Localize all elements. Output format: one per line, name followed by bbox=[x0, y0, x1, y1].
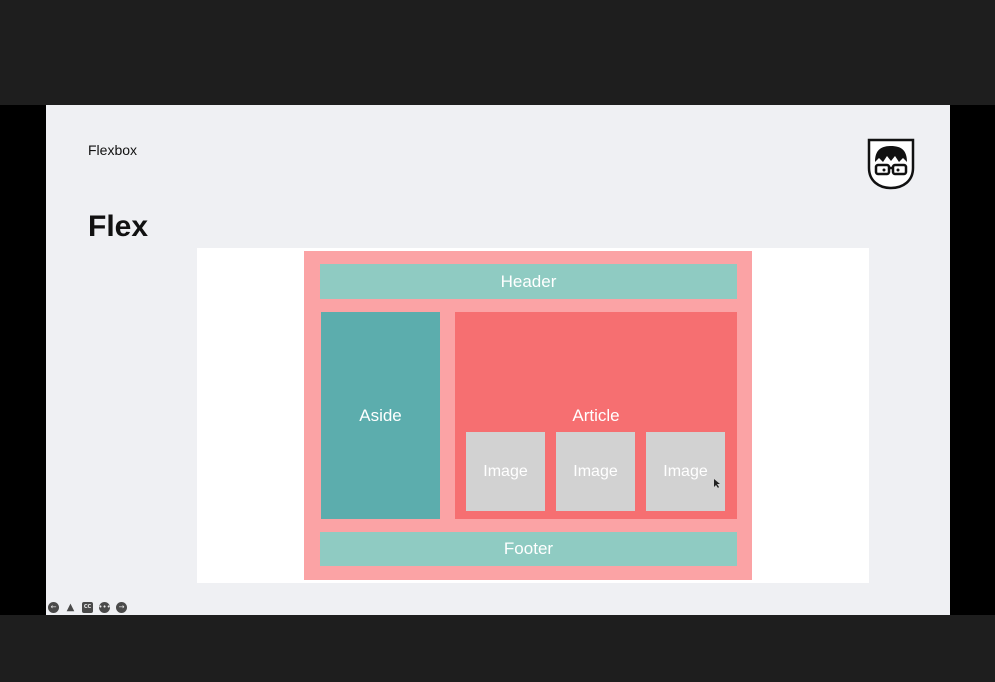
nerd-glasses-shield-icon bbox=[867, 138, 915, 190]
top-letterbox bbox=[0, 0, 995, 105]
presentation-slide: Flexbox Flex Header Aside Article Image bbox=[46, 105, 950, 615]
article-region: Article Image Image Image bbox=[455, 312, 737, 519]
header-region: Header bbox=[320, 264, 737, 299]
left-letterbox bbox=[0, 105, 46, 615]
more-options-icon[interactable]: ••• bbox=[98, 602, 111, 613]
section-title: Flexbox bbox=[88, 142, 138, 158]
image-placeholder: Image bbox=[466, 432, 545, 511]
footer-label: Footer bbox=[503, 539, 554, 558]
pointer-icon[interactable]: ▲ bbox=[65, 602, 76, 613]
article-label: Article bbox=[572, 406, 620, 425]
next-slide-icon[interactable]: → bbox=[116, 602, 127, 613]
mouse-cursor-icon bbox=[714, 475, 720, 488]
captions-icon[interactable]: CC bbox=[82, 602, 93, 613]
slide-player-controls: ← ▲ CC ••• → bbox=[48, 602, 127, 613]
aside-label: Aside bbox=[359, 405, 402, 425]
image-label: Image bbox=[663, 462, 708, 480]
image-label: Image bbox=[573, 462, 618, 480]
bottom-letterbox bbox=[0, 615, 995, 682]
image-label: Image bbox=[483, 462, 528, 480]
right-letterbox bbox=[950, 105, 995, 615]
flex-container: Header Aside Article Image Image Image F… bbox=[304, 251, 752, 580]
header-label: Header bbox=[500, 271, 557, 291]
footer-region: Footer bbox=[320, 532, 737, 566]
layout-demo-canvas: Header Aside Article Image Image Image F… bbox=[197, 248, 869, 583]
image-placeholder: Image bbox=[646, 432, 725, 511]
image-placeholder: Image bbox=[556, 432, 635, 511]
aside-region: Aside bbox=[321, 312, 440, 519]
previous-slide-icon[interactable]: ← bbox=[48, 602, 59, 613]
slide-heading: Flex bbox=[88, 210, 149, 243]
